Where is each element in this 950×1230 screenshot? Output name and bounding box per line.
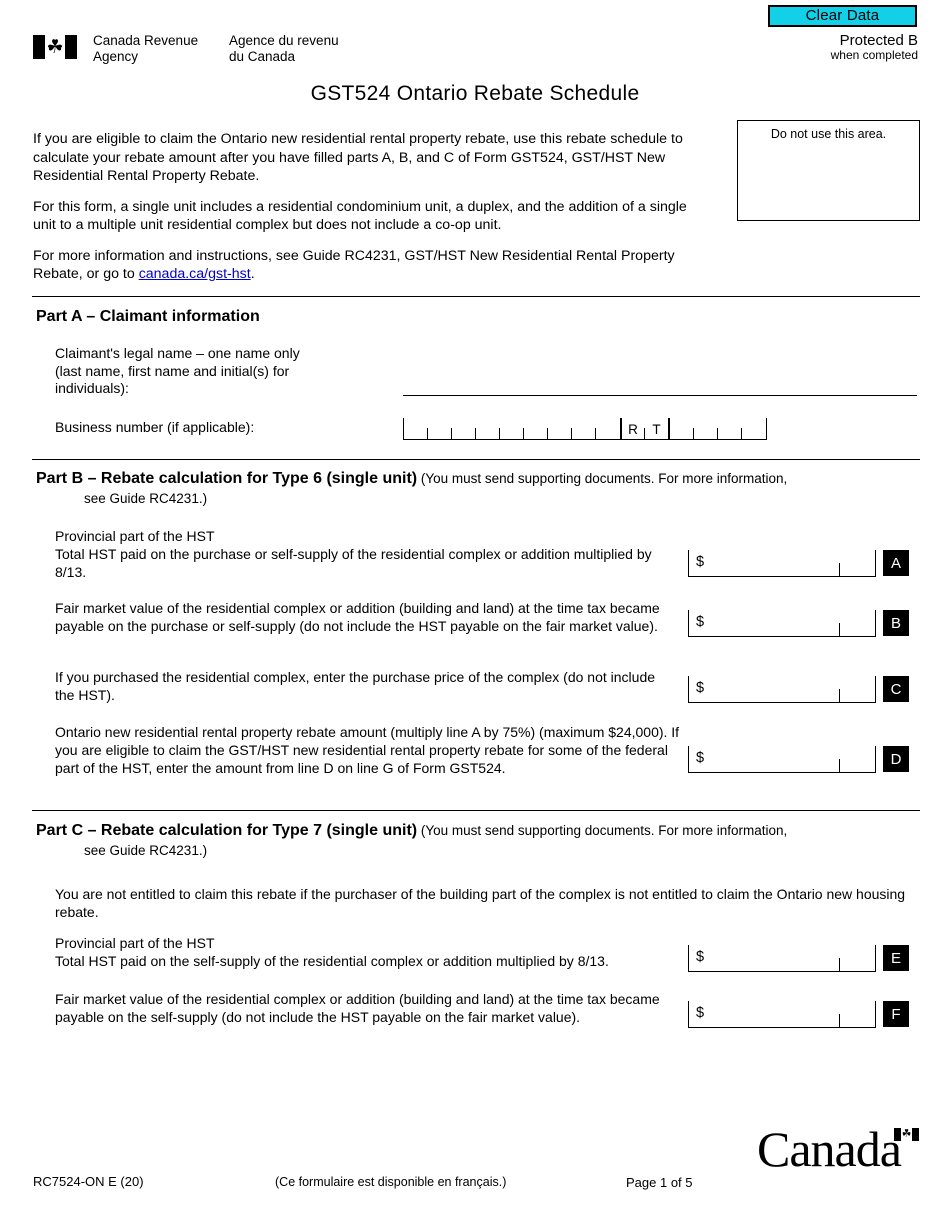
line-e-cents-separator [838, 958, 840, 971]
cra-name-english: Canada Revenue Agency [93, 33, 199, 64]
line-d-amount-input[interactable]: $ [688, 746, 876, 773]
line-e-dollar-sign: $ [696, 949, 705, 965]
line-f-description: Fair market value of the residential com… [55, 991, 660, 1026]
clear-data-button[interactable]: Clear Data [768, 5, 917, 27]
maple-leaf-icon: ☘ [46, 36, 64, 58]
divider-part-b [32, 459, 920, 460]
bn-digit-cell[interactable] [596, 418, 620, 440]
line-f-dollar-sign: $ [696, 1005, 705, 1021]
canada-wordmark: Canada ☘ [757, 1123, 922, 1175]
bn-digit-cell[interactable] [404, 418, 429, 440]
line-d-badge: D [883, 746, 909, 772]
line-a-description: Provincial part of the HST Total HST pai… [55, 528, 652, 581]
bn-segment-four[interactable] [669, 418, 767, 440]
form-code: RC7524-ON E (20) [33, 1174, 144, 1189]
divider-part-c [32, 810, 920, 811]
part-b-heading: Part B – Rebate calculation for Type 6 (… [36, 469, 787, 509]
wordmark-flag-bar-right [912, 1128, 919, 1141]
intro-paragraph-1: If you are eligible to claim the Ontario… [33, 131, 683, 184]
divider-part-a [32, 296, 920, 297]
flag-bar-right [65, 35, 77, 59]
wordmark-flag-bar-left [894, 1128, 901, 1141]
flag-bar-left [33, 35, 45, 59]
bn-digit-cell[interactable] [452, 418, 477, 440]
part-b-heading-continued: see Guide RC4231.) [84, 491, 208, 506]
line-e-badge: E [883, 945, 909, 971]
business-number-input[interactable]: R T [403, 418, 767, 440]
part-a-heading: Part A – Claimant information [36, 308, 260, 325]
bn-rt-t: T [652, 421, 661, 437]
canada-flag-icon: ☘ [33, 35, 77, 59]
bn-digit-cell[interactable] [694, 418, 719, 440]
bn-rt-group: R T [622, 418, 668, 440]
line-c-badge: C [883, 676, 909, 702]
line-e-description: Provincial part of the HST Total HST pai… [55, 935, 609, 970]
bn-segment-nine[interactable] [403, 418, 621, 440]
part-c-heading: Part C – Rebate calculation for Type 7 (… [36, 821, 787, 861]
intro-paragraph-3: For more information and instructions, s… [33, 247, 703, 284]
canada-wordmark-text: Canada [757, 1121, 902, 1177]
claimant-name-label: Claimant's legal name – one name only (l… [55, 345, 300, 396]
bn-digit-cell[interactable] [428, 418, 453, 440]
bn-digit-cell[interactable] [548, 418, 573, 440]
intro-paragraph-3-before: For more information and instructions, s… [33, 247, 675, 283]
bn-digit-cell[interactable] [670, 418, 695, 440]
line-b-description: Fair market value of the residential com… [55, 600, 660, 635]
part-c-heading-continued: see Guide RC4231.) [84, 843, 208, 858]
page-number: Page 1 of 5 [626, 1175, 693, 1190]
line-c-dollar-sign: $ [696, 680, 705, 696]
french-availability-note: (Ce formulaire est disponible en françai… [275, 1175, 507, 1189]
protected-b-sublabel: when completed [830, 48, 918, 62]
part-c-heading-normal: (You must send supporting documents. For… [417, 823, 788, 838]
intro-text-block: If you are eligible to claim the Ontario… [33, 130, 703, 284]
line-c-description: If you purchased the residential complex… [55, 669, 656, 704]
protected-b-marking: Protected B when completed [831, 33, 918, 63]
line-a-cents-separator [838, 563, 840, 576]
line-b-amount-input[interactable]: $ [688, 610, 876, 637]
bn-rt-r: R [622, 418, 646, 440]
canada-wordmark-flag-icon: ☘ [894, 1128, 919, 1141]
part-c-notice: You are not entitled to claim this rebat… [55, 886, 906, 921]
bn-digit-cell[interactable] [742, 418, 766, 440]
bn-digit-cell[interactable] [718, 418, 743, 440]
line-b-dollar-sign: $ [696, 614, 705, 630]
cra-name-french: Agence du revenu du Canada [229, 33, 339, 64]
wordmark-maple-leaf-icon: ☘ [901, 1128, 912, 1140]
line-f-amount-input[interactable]: $ [688, 1001, 876, 1028]
line-b-badge: B [883, 610, 909, 636]
bn-digit-cell[interactable] [476, 418, 501, 440]
claimant-name-input[interactable] [403, 395, 917, 396]
line-f-cents-separator [838, 1014, 840, 1027]
line-f-badge: F [883, 1001, 909, 1027]
intro-paragraph-2: For this form, a single unit includes a … [33, 198, 687, 234]
line-c-cents-separator [838, 689, 840, 702]
line-a-amount-input[interactable]: $ [688, 550, 876, 577]
part-b-heading-bold: Part B – Rebate calculation for Type 6 (… [36, 470, 418, 487]
line-d-dollar-sign: $ [696, 750, 705, 766]
gst-hst-link[interactable]: canada.ca/gst-hst [139, 266, 251, 282]
bn-digit-cell[interactable] [500, 418, 525, 440]
line-e-amount-input[interactable]: $ [688, 945, 876, 972]
cra-signature: ☘ Canada Revenue Agency Agence du revenu… [33, 33, 369, 64]
line-c-amount-input[interactable]: $ [688, 676, 876, 703]
form-title: GST524 Ontario Rebate Schedule [310, 82, 640, 105]
line-a-badge: A [883, 550, 909, 576]
line-d-description: Ontario new residential rental property … [55, 724, 680, 777]
line-d-cents-separator [838, 759, 840, 772]
business-number-label: Business number (if applicable): [55, 419, 255, 435]
bn-digit-cell[interactable] [524, 418, 549, 440]
intro-paragraph-3-after: . [250, 266, 255, 282]
bn-segment-rt: R T [621, 418, 669, 440]
line-b-cents-separator [838, 623, 840, 636]
do-not-use-area: Do not use this area. [737, 120, 920, 221]
line-a-dollar-sign: $ [696, 554, 705, 570]
bn-digit-cell[interactable] [572, 418, 597, 440]
protected-b-label: Protected B [839, 32, 918, 49]
part-b-heading-normal: (You must send supporting documents. For… [417, 471, 788, 486]
part-c-heading-bold: Part C – Rebate calculation for Type 7 (… [36, 822, 418, 839]
